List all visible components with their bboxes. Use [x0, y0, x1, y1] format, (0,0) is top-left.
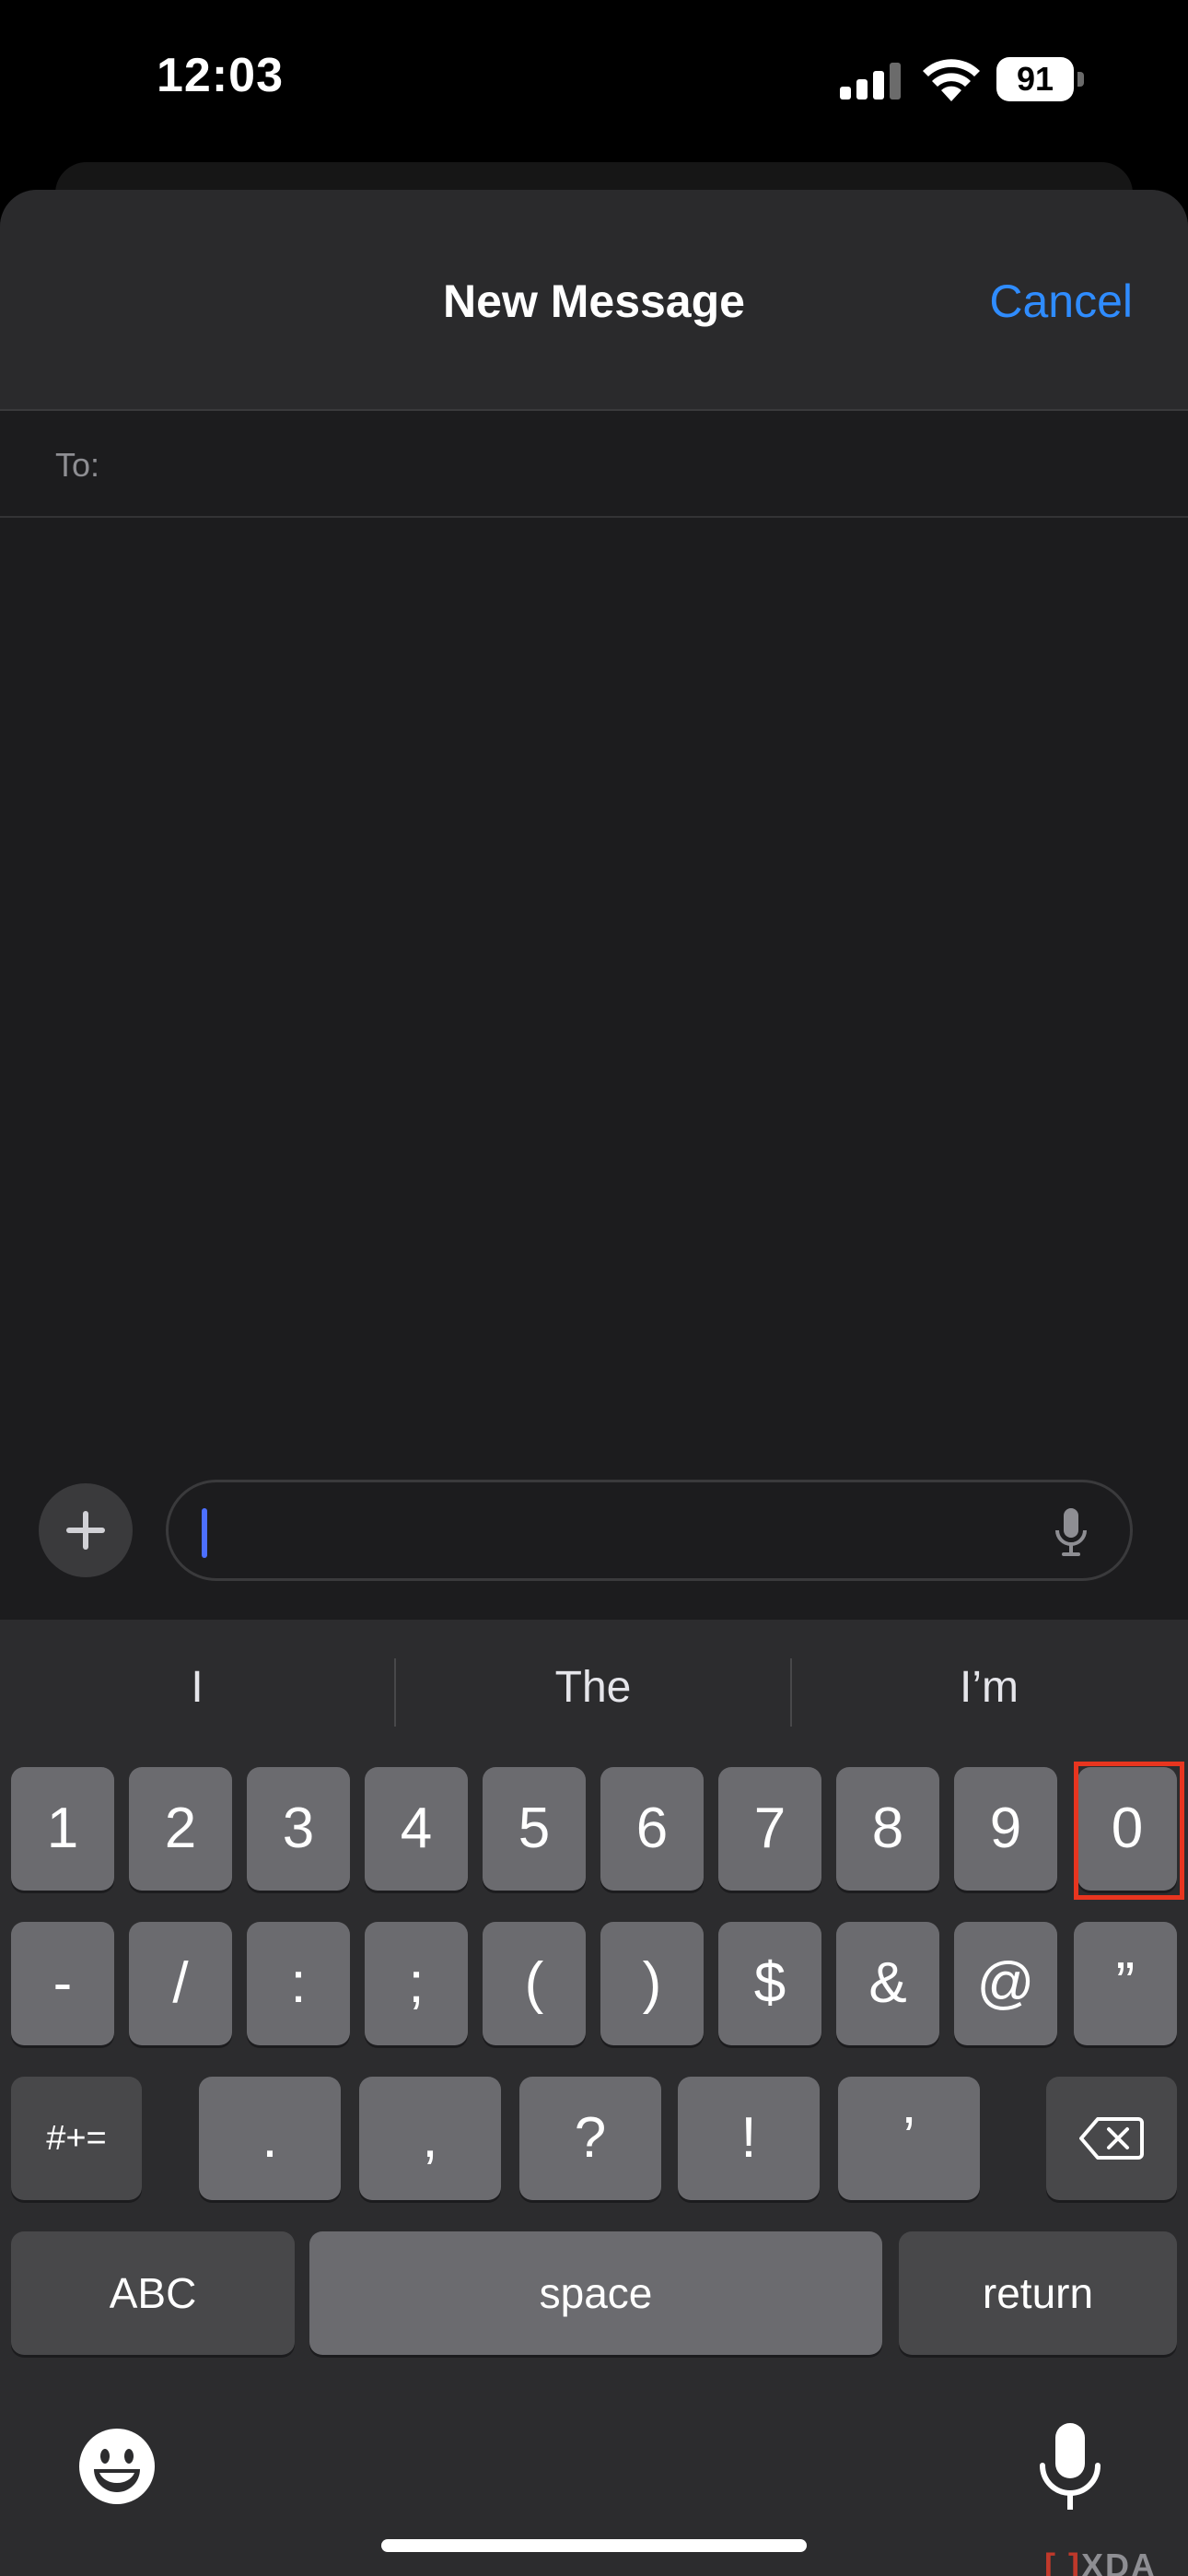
- message-input[interactable]: [166, 1480, 1133, 1581]
- key-more-symbols[interactable]: #+=: [11, 2077, 142, 2200]
- add-attachment-button[interactable]: [39, 1483, 133, 1577]
- text-cursor: [202, 1508, 207, 1558]
- microphone-icon[interactable]: [1053, 1506, 1089, 1558]
- delete-button[interactable]: [1046, 2077, 1177, 2200]
- key-8[interactable]: 8: [836, 1767, 939, 1891]
- emoji-icon[interactable]: [77, 2427, 157, 2506]
- home-indicator[interactable]: [381, 2539, 807, 2552]
- key-quote[interactable]: ”: [1074, 1922, 1177, 2045]
- battery-icon: 91: [996, 57, 1085, 101]
- key-period[interactable]: .: [199, 2077, 341, 2200]
- watermark-bracket: [ ]: [1044, 2547, 1081, 2576]
- battery-level: 91: [1016, 60, 1054, 98]
- plus-icon: [66, 1511, 105, 1550]
- key-1[interactable]: 1: [11, 1767, 114, 1891]
- key-return[interactable]: return: [899, 2231, 1177, 2355]
- prediction-item[interactable]: I: [0, 1653, 394, 1723]
- key-slash[interactable]: /: [129, 1922, 232, 2045]
- highlighted-key-outline: [1074, 1762, 1184, 1900]
- cancel-button[interactable]: Cancel: [989, 275, 1133, 328]
- messages-app: 12:03 91 New Message Cancel To: I The I’…: [0, 0, 1188, 2576]
- key-3[interactable]: 3: [247, 1767, 350, 1891]
- key-7[interactable]: 7: [718, 1767, 821, 1891]
- watermark-text: XDA: [1080, 2547, 1157, 2576]
- to-label: To:: [55, 446, 100, 484]
- key-close-paren[interactable]: ): [600, 1922, 704, 2045]
- sheet-header: New Message Cancel: [0, 190, 1188, 411]
- status-bar: 12:03 91: [0, 0, 1188, 157]
- key-colon[interactable]: :: [247, 1922, 350, 2045]
- xda-watermark: [ ]XDA: [1044, 2547, 1157, 2576]
- delete-backspace-icon: [1079, 2117, 1144, 2160]
- key-exclamation[interactable]: !: [678, 2077, 820, 2200]
- dictation-microphone-icon[interactable]: [1035, 2421, 1105, 2517]
- cellular-signal-icon: [840, 63, 901, 100]
- battery-tip: [1077, 72, 1084, 87]
- key-apostrophe[interactable]: ’: [838, 2077, 980, 2200]
- key-ampersand[interactable]: &: [836, 1922, 939, 2045]
- key-6[interactable]: 6: [600, 1767, 704, 1891]
- key-5[interactable]: 5: [483, 1767, 586, 1891]
- prediction-item[interactable]: I’m: [792, 1653, 1186, 1723]
- key-space[interactable]: space: [309, 2231, 882, 2355]
- key-dollar[interactable]: $: [718, 1922, 821, 2045]
- key-hyphen[interactable]: -: [11, 1922, 114, 2045]
- key-9[interactable]: 9: [954, 1767, 1057, 1891]
- key-comma[interactable]: ,: [359, 2077, 501, 2200]
- recipient-field[interactable]: To:: [0, 413, 1188, 518]
- key-abc[interactable]: ABC: [11, 2231, 295, 2355]
- key-at[interactable]: @: [954, 1922, 1057, 2045]
- key-question[interactable]: ?: [519, 2077, 661, 2200]
- wifi-icon: [923, 59, 980, 101]
- key-semicolon[interactable]: ;: [365, 1922, 468, 2045]
- predictive-text-bar: I The I’m: [0, 1620, 1188, 1758]
- key-open-paren[interactable]: (: [483, 1922, 586, 2045]
- status-time: 12:03: [157, 49, 284, 102]
- key-2[interactable]: 2: [129, 1767, 232, 1891]
- prediction-item[interactable]: The: [396, 1653, 790, 1723]
- key-4[interactable]: 4: [365, 1767, 468, 1891]
